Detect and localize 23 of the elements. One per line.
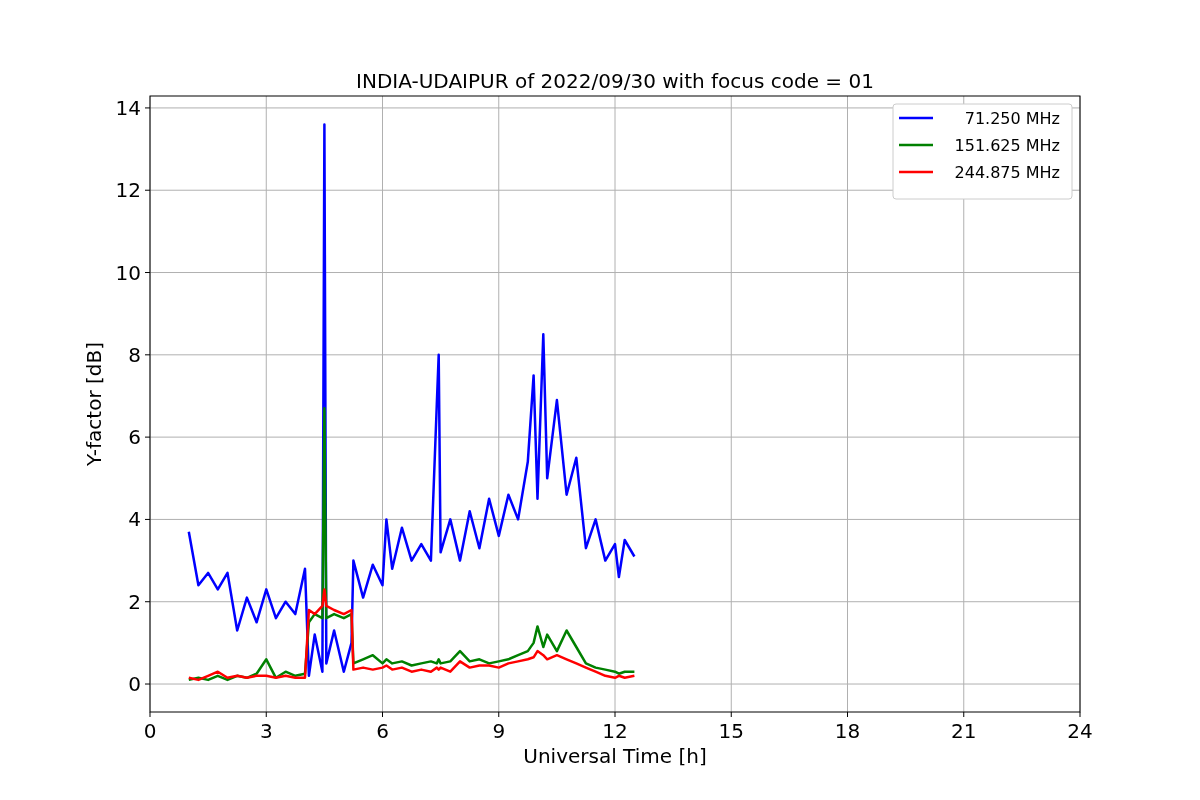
legend-label: 151.625 MHz bbox=[954, 136, 1060, 155]
x-tick-label: 6 bbox=[376, 719, 389, 743]
y-tick-label: 12 bbox=[115, 178, 141, 203]
legend-label: 71.250 MHz bbox=[964, 109, 1060, 128]
y-tick-label: 0 bbox=[128, 672, 141, 696]
x-tick-label: 0 bbox=[143, 719, 157, 743]
legend-label: 244.875 MHz bbox=[954, 163, 1060, 182]
x-tick-label: 12 bbox=[602, 719, 628, 743]
y-tick-label: 6 bbox=[128, 425, 141, 450]
x-tick-label: 3 bbox=[259, 719, 273, 743]
x-tick-label: 24 bbox=[1067, 719, 1093, 743]
y-tick-label: 4 bbox=[128, 507, 141, 532]
x-axis-label: Universal Time [h] bbox=[523, 744, 707, 768]
x-tick-label: 9 bbox=[492, 719, 506, 743]
y-tick-label: 2 bbox=[128, 589, 141, 614]
x-tick-label: 21 bbox=[951, 719, 977, 743]
chart-title: INDIA-UDAIPUR of 2022/09/30 with focus code = 01 bbox=[356, 69, 874, 93]
x-tick-label: 15 bbox=[718, 719, 744, 743]
x-tick-label: 18 bbox=[834, 719, 861, 743]
y-axis-label: Y-factor [dB] bbox=[82, 342, 106, 466]
y-tick-label: 8 bbox=[128, 342, 141, 367]
y-tick-label: 14 bbox=[115, 95, 141, 120]
y-tick-label: 10 bbox=[115, 260, 141, 285]
